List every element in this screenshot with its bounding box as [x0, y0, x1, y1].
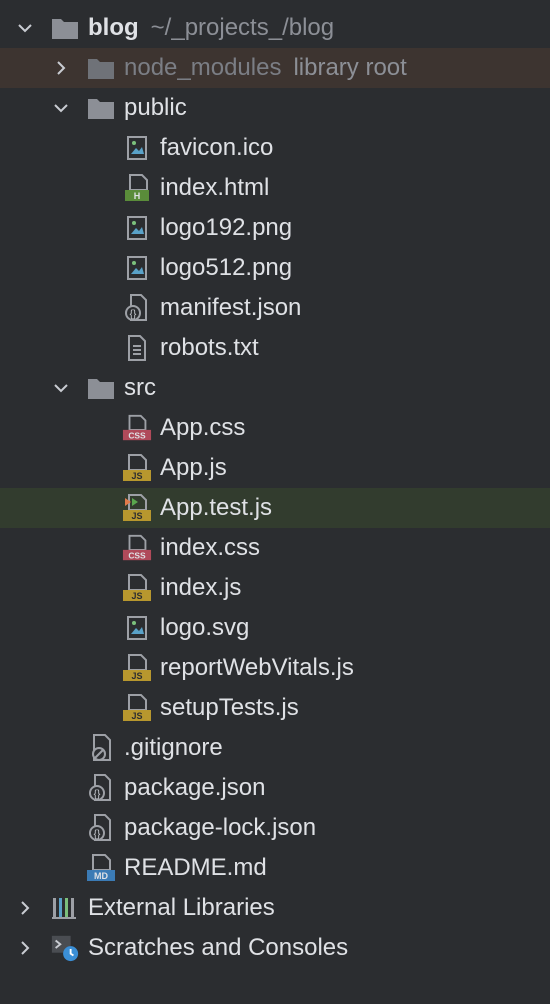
project-path: ~/_projects_/blog: [150, 14, 335, 41]
tree-item-label: favicon.ico: [160, 134, 274, 161]
js-file-icon: JS: [122, 653, 152, 683]
tree-row-external-libraries[interactable]: External Libraries: [0, 888, 550, 928]
css-file-icon: CSS: [122, 413, 152, 443]
css-badge: CSS: [128, 430, 146, 440]
tree-row-favicon[interactable]: favicon.ico: [0, 128, 550, 168]
svg-text:{}: {}: [94, 789, 101, 800]
tree-item-label: robots.txt: [160, 334, 259, 361]
tree-row-logo192[interactable]: logo192.png: [0, 208, 550, 248]
tree-row-src[interactable]: src: [0, 368, 550, 408]
js-file-icon: JS: [122, 453, 152, 483]
tree-item-label: index.js: [160, 574, 242, 601]
tree-item-label: src: [124, 374, 156, 401]
html-file-icon: H: [122, 173, 152, 203]
svg-text:{}: {}: [94, 829, 101, 840]
scratch-console-icon: [50, 933, 80, 963]
svg-text:{}: {}: [130, 309, 137, 320]
tree-item-label: package-lock.json: [124, 814, 317, 841]
project-tree: blog ~/_projects_/blog node_modules libr…: [0, 0, 550, 1004]
tree-row-app-css[interactable]: CSS App.css: [0, 408, 550, 448]
json-file-icon: {}: [86, 773, 116, 803]
tree-item-label: Scratches and Consoles: [88, 934, 349, 961]
tree-item-label: package.json: [124, 774, 266, 801]
ignore-file-icon: [86, 733, 116, 763]
tree-item-label: manifest.json: [160, 294, 302, 321]
chevron-right-icon[interactable]: [50, 57, 72, 79]
tree-row-index-html[interactable]: H index.html: [0, 168, 550, 208]
project-name: blog: [88, 14, 139, 41]
tree-item-label: App.js: [160, 454, 227, 481]
chevron-down-icon[interactable]: [14, 17, 36, 39]
tree-row-package-lock[interactable]: {} package-lock.json: [0, 808, 550, 848]
tree-item-label: README.md: [124, 854, 267, 881]
tree-row-package-json[interactable]: {} package.json: [0, 768, 550, 808]
tree-row-index-js[interactable]: JS index.js: [0, 568, 550, 608]
tree-row-index-css[interactable]: CSS index.css: [0, 528, 550, 568]
js-badge: JS: [131, 671, 142, 681]
folder-icon: [86, 373, 116, 403]
folder-icon: [86, 53, 116, 83]
chevron-right-icon[interactable]: [14, 937, 36, 959]
image-file-icon: [122, 213, 152, 243]
tree-row-gitignore[interactable]: .gitignore: [0, 728, 550, 768]
tree-row-public[interactable]: public: [0, 88, 550, 128]
tree-item-label: blog ~/_projects_/blog: [88, 14, 334, 42]
tree-item-label: .gitignore: [124, 734, 223, 761]
node-modules-label: node_modules: [124, 54, 282, 81]
tree-item-label: App.test.js: [160, 494, 273, 521]
text-file-icon: [122, 333, 152, 363]
css-badge: CSS: [128, 550, 146, 560]
folder-icon: [86, 93, 116, 123]
tree-item-label: logo.svg: [160, 614, 250, 641]
md-badge: MD: [94, 871, 108, 881]
tree-item-label: External Libraries: [88, 894, 275, 921]
js-badge: JS: [131, 591, 142, 601]
tree-row-manifest[interactable]: {} manifest.json: [0, 288, 550, 328]
js-file-icon: JS: [122, 693, 152, 723]
tree-row-logo512[interactable]: logo512.png: [0, 248, 550, 288]
image-file-icon: [122, 253, 152, 283]
json-file-icon: {}: [122, 293, 152, 323]
tree-item-label: node_modules library root: [124, 54, 407, 82]
image-file-icon: [122, 133, 152, 163]
html-badge: H: [134, 191, 141, 201]
tree-item-label: index.css: [160, 534, 261, 561]
tree-item-label: reportWebVitals.js: [160, 654, 354, 681]
image-file-icon: [122, 613, 152, 643]
markdown-file-icon: MD: [86, 853, 116, 883]
tree-row-blog[interactable]: blog ~/_projects_/blog: [0, 8, 550, 48]
tree-row-readme[interactable]: MD README.md: [0, 848, 550, 888]
json-file-icon: {}: [86, 813, 116, 843]
test-js-file-icon: JS: [122, 493, 152, 523]
tree-item-label: App.css: [160, 414, 246, 441]
tree-item-label: logo512.png: [160, 254, 293, 281]
tree-row-logo-svg[interactable]: logo.svg: [0, 608, 550, 648]
css-file-icon: CSS: [122, 533, 152, 563]
folder-icon: [50, 13, 80, 43]
tree-row-report-web-vitals[interactable]: JS reportWebVitals.js: [0, 648, 550, 688]
chevron-right-icon[interactable]: [14, 897, 36, 919]
js-badge: JS: [131, 471, 142, 481]
tree-row-app-js[interactable]: JS App.js: [0, 448, 550, 488]
tree-row-app-test-js[interactable]: JS App.test.js: [0, 488, 550, 528]
js-badge: JS: [131, 511, 142, 521]
tree-item-label: setupTests.js: [160, 694, 299, 721]
js-file-icon: JS: [122, 573, 152, 603]
tree-item-label: logo192.png: [160, 214, 293, 241]
library-icon: [50, 893, 80, 923]
tree-item-label: index.html: [160, 174, 270, 201]
js-badge: JS: [131, 711, 142, 721]
library-root-hint: library root: [293, 54, 407, 81]
tree-row-setup-tests[interactable]: JS setupTests.js: [0, 688, 550, 728]
chevron-down-icon[interactable]: [50, 97, 72, 119]
tree-row-robots[interactable]: robots.txt: [0, 328, 550, 368]
tree-row-scratches[interactable]: Scratches and Consoles: [0, 928, 550, 968]
tree-row-node-modules[interactable]: node_modules library root: [0, 48, 550, 88]
chevron-down-icon[interactable]: [50, 377, 72, 399]
tree-item-label: public: [124, 94, 187, 121]
